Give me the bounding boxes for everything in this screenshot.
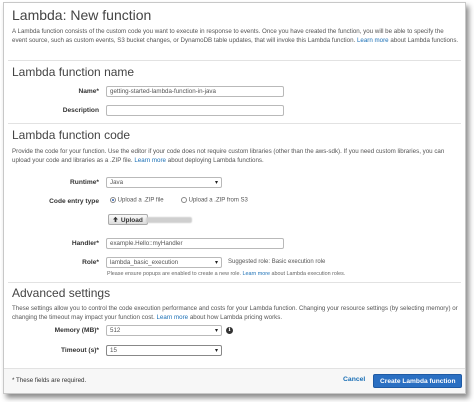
popup-note: Please ensure popups are enabled to crea…	[107, 271, 345, 277]
suggested-role: Suggested role: Basic execution role	[228, 259, 326, 265]
chevron-down-icon: ▾	[214, 348, 218, 354]
name-label: Name*	[78, 88, 99, 95]
uploaded-file-name	[146, 217, 192, 223]
timeout-select[interactable]: 15 ▾	[106, 345, 222, 356]
name-input[interactable]: getting-started-lambda-function-in-java	[106, 86, 284, 97]
radio-upload-s3-label: Upload a .ZIP from S3	[188, 197, 248, 204]
radio-upload-zip[interactable]	[110, 197, 116, 203]
runtime-select-value: Java	[110, 179, 124, 186]
page-description-suffix: about Lambda functions.	[390, 36, 459, 44]
description-label: Description	[62, 107, 99, 114]
radio-upload-s3[interactable]	[180, 197, 187, 203]
advanced-description: These settings allow you to control the …	[12, 305, 460, 322]
memory-select[interactable]: 512 ▾	[106, 325, 222, 336]
footer: * These fields are required. Cancel Crea…	[4, 368, 465, 393]
description-input[interactable]	[106, 105, 284, 116]
divider	[8, 282, 461, 283]
popup-note-suffix: about Lambda execution roles.	[271, 271, 346, 277]
role-select[interactable]: lambda_basic_execution ▾	[106, 257, 222, 268]
divider	[8, 60, 461, 61]
timeout-label: Timeout (s)*	[61, 347, 99, 354]
code-description: Provide the code for your function. Use …	[12, 148, 460, 165]
required-note: * These fields are required.	[12, 377, 87, 384]
role-select-value: lambda_basic_execution	[110, 259, 179, 266]
info-icon[interactable]: i	[226, 327, 233, 334]
chevron-down-icon: ▾	[214, 328, 218, 334]
learn-more-pricing-link[interactable]: Learn more	[156, 314, 188, 321]
cancel-button[interactable]: Cancel	[343, 376, 365, 383]
chevron-down-icon: ▾	[214, 180, 218, 186]
code-entry-type-label: Code entry type	[49, 198, 99, 205]
learn-more-roles-link[interactable]: Learn more	[242, 271, 270, 277]
code-description-suffix: about deploying Lambda functions.	[167, 156, 264, 164]
section-title-function-name: Lambda function name	[12, 65, 135, 79]
page-description: A Lambda function consists of the custom…	[12, 28, 460, 45]
runtime-select[interactable]: Java ▾	[106, 177, 222, 188]
handler-label: Handler*	[71, 240, 99, 247]
role-label: Role*	[82, 259, 99, 266]
new-function-panel: Lambda: New function A Lambda function c…	[3, 2, 466, 394]
advanced-description-suffix: about how Lambda pricing works.	[189, 313, 283, 321]
runtime-label: Runtime*	[70, 179, 99, 186]
chevron-down-icon: ▾	[214, 260, 218, 266]
section-title-advanced: Advanced settings	[12, 286, 111, 300]
section-title-function-code: Lambda function code	[12, 128, 131, 142]
page-title: Lambda: New function	[12, 7, 152, 23]
learn-more-deploy-link[interactable]: Learn more	[134, 157, 166, 164]
upload-button-label: Upload	[120, 217, 143, 224]
handler-input[interactable]: example.Hello::myHandler	[106, 238, 284, 249]
radio-upload-zip-label: Upload a .ZIP file	[117, 197, 164, 204]
memory-select-value: 512	[110, 327, 121, 334]
popup-note-text: Please ensure popups are enabled to crea…	[107, 271, 241, 277]
code-entry-type-options: Upload a .ZIP file Upload a .ZIP from S3	[110, 197, 248, 204]
learn-more-lambda-link[interactable]: Learn more	[357, 37, 389, 44]
create-lambda-function-button[interactable]: Create Lambda function	[373, 374, 463, 388]
upload-button[interactable]: Upload	[108, 214, 148, 225]
upload-icon	[113, 216, 118, 222]
divider	[8, 123, 461, 124]
memory-label: Memory (MB)*	[54, 327, 99, 334]
timeout-select-value: 15	[110, 347, 117, 354]
